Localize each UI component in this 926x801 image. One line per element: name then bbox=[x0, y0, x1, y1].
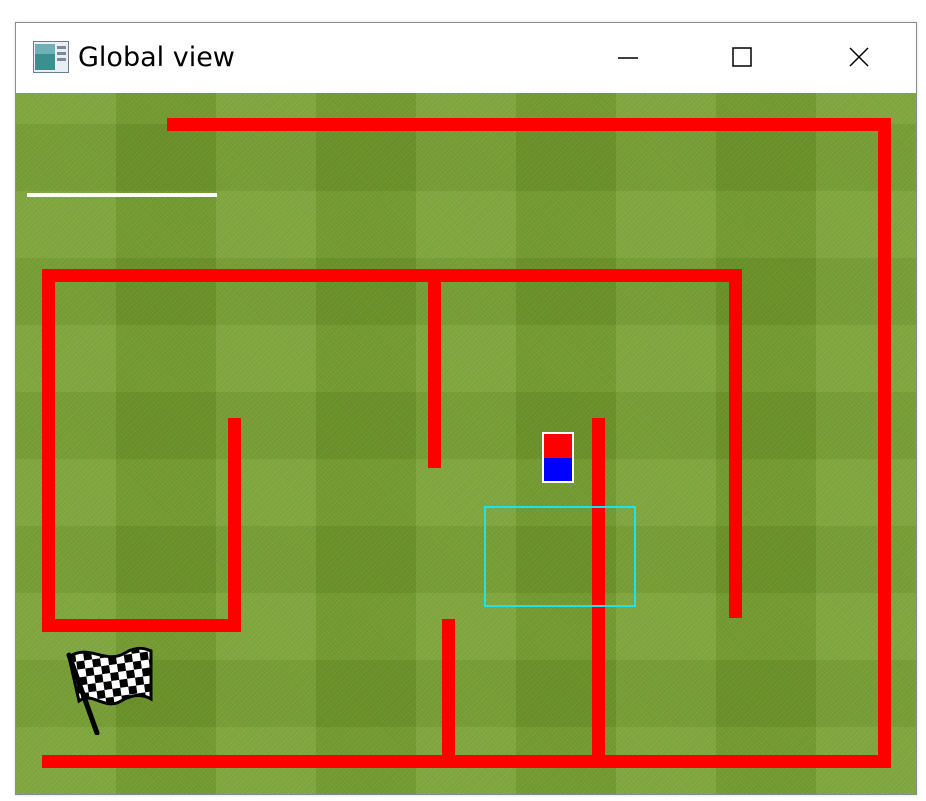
minimize-button[interactable] bbox=[569, 23, 685, 93]
simulation-field bbox=[16, 93, 916, 794]
minimize-icon bbox=[618, 57, 638, 59]
robot-front bbox=[544, 434, 572, 458]
wall-inner-right-vertical bbox=[729, 269, 742, 618]
wall-left-inner-vertical bbox=[228, 418, 241, 632]
robot-back bbox=[544, 458, 572, 481]
progress-line bbox=[27, 193, 217, 197]
maximize-button[interactable] bbox=[685, 23, 801, 93]
window-title: Global view bbox=[78, 42, 235, 73]
close-icon bbox=[849, 47, 869, 67]
title-bar[interactable]: Global view bbox=[16, 23, 916, 93]
wall-top-right bbox=[167, 118, 891, 131]
wall-inner-top bbox=[42, 269, 742, 282]
maximize-icon bbox=[732, 47, 752, 67]
wall-center-vertical-top bbox=[428, 269, 441, 468]
wall-left-bottom bbox=[42, 619, 241, 632]
wall-bottom bbox=[42, 755, 891, 768]
wall-right-vertical bbox=[878, 118, 891, 768]
wall-left-vertical bbox=[42, 269, 55, 632]
robot[interactable] bbox=[542, 432, 574, 483]
window-app-icon bbox=[33, 41, 69, 73]
global-view-window: Global view bbox=[15, 22, 917, 795]
checkered-flag-icon bbox=[66, 646, 153, 735]
close-button[interactable] bbox=[800, 23, 916, 93]
sensor-region bbox=[484, 506, 636, 607]
wall-bottom-center-vertical bbox=[442, 619, 455, 768]
